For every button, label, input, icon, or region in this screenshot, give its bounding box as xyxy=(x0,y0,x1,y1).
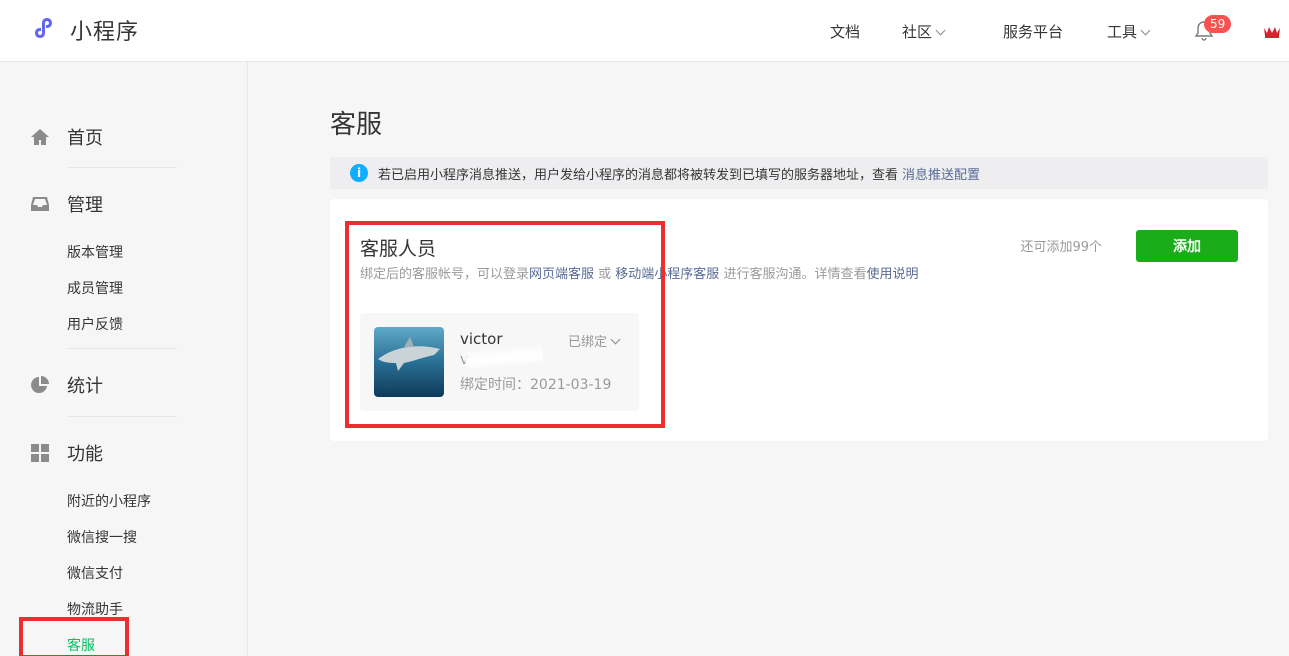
add-button[interactable]: 添加 xyxy=(1136,230,1238,262)
nav-docs[interactable]: 文档 xyxy=(830,21,860,42)
nav-community[interactable]: 社区 xyxy=(902,21,946,42)
link-logo-icon xyxy=(35,18,52,38)
nav-tools[interactable]: 工具 xyxy=(1107,21,1151,42)
notice-text: 若已启用小程序消息推送，用户发给小程序的消息都将被转发到已填写的服务器地址，查看 xyxy=(378,167,899,183)
help-link[interactable]: 使用说明 xyxy=(866,267,918,282)
highlight-box xyxy=(19,617,129,656)
divider xyxy=(67,416,177,417)
sidebar-item-wechat-pay[interactable]: 微信支付 xyxy=(67,563,123,583)
inbox-icon xyxy=(31,197,49,211)
sidebar-item-version[interactable]: 版本管理 xyxy=(67,242,123,262)
logo[interactable]: 小程序 xyxy=(30,14,139,46)
grid-icon xyxy=(31,444,49,462)
divider xyxy=(67,348,177,349)
crown-avatar-icon xyxy=(1264,27,1280,38)
desc-text: 进行客服沟通。详情查看 xyxy=(719,267,867,282)
sidebar-item-label: 首页 xyxy=(67,128,103,149)
info-icon: i xyxy=(350,164,368,182)
user-avatar[interactable] xyxy=(1263,24,1281,38)
sidebar-item-label: 管理 xyxy=(67,195,103,216)
sidebar-item-nearby[interactable]: 附近的小程序 xyxy=(67,491,151,511)
nav-docs-label: 文档 xyxy=(830,23,861,41)
sidebar-item-logistics[interactable]: 物流助手 xyxy=(67,599,123,619)
sidebar: 首页 管理 版本管理 成员管理 用户反馈 统计 功能 附近的小程序 微信搜一搜 … xyxy=(0,62,248,656)
notice-bar: i 若已启用小程序消息推送，用户发给小程序的消息都将被转发到已填写的服务器地址，… xyxy=(330,157,1268,189)
nav-service-platform[interactable]: 服务平台 xyxy=(1003,21,1063,42)
logo-text: 小程序 xyxy=(70,20,140,45)
sidebar-item-stats[interactable]: 统计 xyxy=(30,372,103,398)
top-bar: 小程序 文档 社区 服务平台 工具 59 xyxy=(0,0,1289,62)
nav-service-platform-label: 服务平台 xyxy=(1003,23,1064,41)
sidebar-item-label: 统计 xyxy=(67,376,103,397)
chevron-down-icon xyxy=(935,25,946,36)
sidebar-item-manage[interactable]: 管理 xyxy=(30,191,103,217)
sidebar-item-members[interactable]: 成员管理 xyxy=(67,278,123,298)
sidebar-item-wechat-search[interactable]: 微信搜一搜 xyxy=(67,527,137,547)
notice-link[interactable]: 消息推送配置 xyxy=(902,164,980,183)
nav-tools-label: 工具 xyxy=(1107,23,1138,41)
page-title: 客服 xyxy=(330,110,383,140)
highlight-box xyxy=(345,221,665,428)
home-icon xyxy=(31,129,49,145)
chevron-down-icon xyxy=(1140,25,1151,36)
divider xyxy=(67,167,177,168)
pie-chart-icon xyxy=(31,376,49,393)
sidebar-item-home[interactable]: 首页 xyxy=(30,124,103,150)
sidebar-item-label: 功能 xyxy=(67,444,103,465)
remaining-count: 还可添加99个 xyxy=(1020,240,1102,255)
sidebar-item-features[interactable]: 功能 xyxy=(30,440,103,466)
nav-community-label: 社区 xyxy=(902,23,933,41)
sidebar-item-feedback[interactable]: 用户反馈 xyxy=(67,314,123,334)
notification-badge: 59 xyxy=(1204,15,1232,33)
